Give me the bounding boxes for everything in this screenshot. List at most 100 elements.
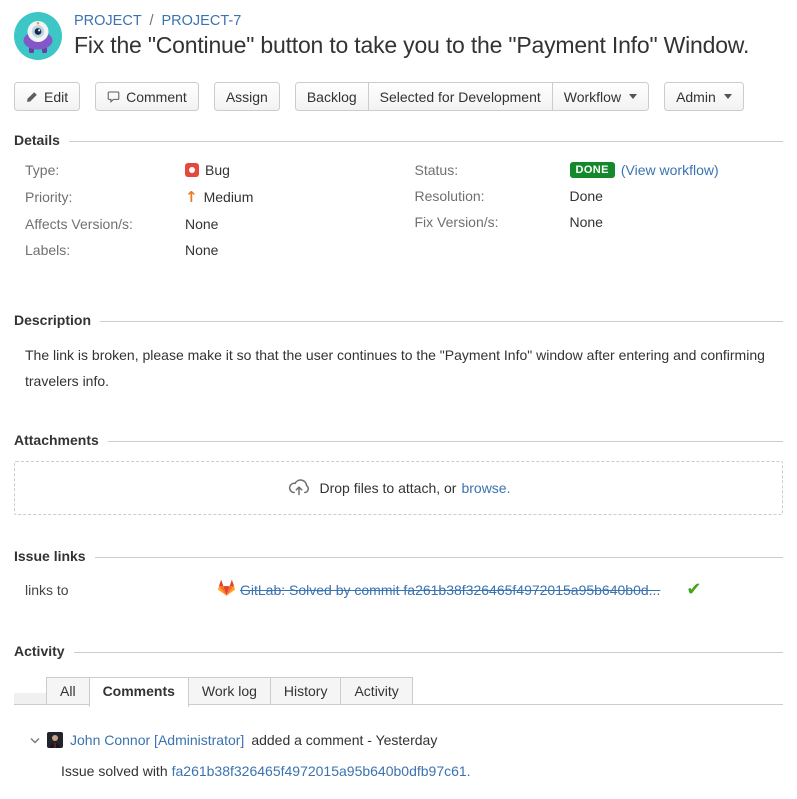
project-avatar-icon <box>14 12 62 60</box>
activity-tabs: All Comments Work log History Activity <box>14 677 783 705</box>
breadcrumb-issue-link[interactable]: PROJECT-7 <box>162 13 242 29</box>
comment-header: John Connor [Administrator] added a comm… <box>30 732 783 748</box>
activity-heading-label: Activity <box>14 643 65 659</box>
assign-button[interactable]: Assign <box>214 82 280 111</box>
priority-value-text: Medium <box>204 189 254 205</box>
description-text: The link is broken, please make it so th… <box>25 342 775 394</box>
comment-button[interactable]: Comment <box>95 82 199 111</box>
status-row: Status: DONE (View workflow) <box>415 162 784 178</box>
comment-body-text: Issue solved with <box>61 763 168 779</box>
labels-label: Labels: <box>25 242 185 258</box>
type-label: Type: <box>25 162 185 178</box>
fix-version-value: None <box>570 214 603 230</box>
activity-heading: Activity <box>14 643 783 659</box>
tab-all[interactable]: All <box>46 677 90 704</box>
comment-button-label: Comment <box>126 89 187 105</box>
fix-version-label: Fix Version/s: <box>415 214 570 230</box>
edit-button-label: Edit <box>44 89 68 105</box>
comment-body: Issue solved withfa261b38f326465f4972015… <box>61 763 783 779</box>
attachments-section: Attachments Drop files to attach, or bro… <box>14 432 783 515</box>
issue-header: PROJECT / PROJECT-7 Fix the "Continue" b… <box>14 12 783 60</box>
header-text: PROJECT / PROJECT-7 Fix the "Continue" b… <box>74 12 749 59</box>
attachment-dropzone[interactable]: Drop files to attach, or browse. <box>14 461 783 515</box>
workflow-dropdown-button[interactable]: Workflow <box>552 82 649 111</box>
resolution-row: Resolution: Done <box>415 188 784 204</box>
description-heading: Description <box>14 312 783 328</box>
admin-dropdown-button[interactable]: Admin <box>664 82 744 111</box>
gitlab-link-wrapper: GitLab: Solved by commit fa261b38f326465… <box>218 580 660 599</box>
type-value: Bug <box>185 162 230 178</box>
cloud-upload-icon <box>287 476 311 501</box>
tab-work-log[interactable]: Work log <box>188 677 271 704</box>
tab-history[interactable]: History <box>270 677 342 704</box>
details-heading: Details <box>14 132 783 148</box>
workflow-button-group: Backlog Selected for Development Workflo… <box>295 82 649 111</box>
view-workflow-link[interactable]: (View workflow) <box>621 162 719 178</box>
comment-block: John Connor [Administrator] added a comm… <box>14 732 783 779</box>
speech-bubble-icon <box>107 90 120 103</box>
backlog-button-label: Backlog <box>307 89 357 105</box>
caret-down-icon <box>724 94 732 99</box>
admin-button-label: Admin <box>676 89 716 105</box>
priority-value: ↑ Medium <box>185 188 253 206</box>
issue-links-heading-label: Issue links <box>14 548 86 564</box>
details-heading-label: Details <box>14 132 60 148</box>
link-relation-label: links to <box>25 582 218 598</box>
selected-for-development-button[interactable]: Selected for Development <box>368 82 553 111</box>
commit-hash-link[interactable]: fa261b38f326465f4972015a95b640b0dfb97c61… <box>172 763 471 779</box>
status-badge: DONE <box>570 162 615 178</box>
tab-strip-lead <box>14 693 47 704</box>
labels-row: Labels: None <box>25 242 383 258</box>
issue-links-heading: Issue links <box>14 548 783 564</box>
priority-row: Priority: ↑ Medium <box>25 188 383 206</box>
affects-version-value: None <box>185 216 218 232</box>
comment-author-link[interactable]: John Connor [Administrator] <box>70 732 244 748</box>
type-value-text: Bug <box>205 162 230 178</box>
resolution-value: Done <box>570 188 603 204</box>
issue-links-section: Issue links links to GitLab: So <box>14 548 783 599</box>
assign-button-label: Assign <box>226 89 268 105</box>
caret-down-icon <box>629 94 637 99</box>
drop-files-text: Drop files to attach, or <box>320 480 457 496</box>
details-right-column: Status: DONE (View workflow) Resolution:… <box>415 162 784 268</box>
chevron-down-icon[interactable] <box>30 737 40 744</box>
details-left-column: Type: Bug Priority: ↑ Medium Affects Ver… <box>14 162 383 268</box>
labels-value: None <box>185 242 218 258</box>
tab-activity[interactable]: Activity <box>340 677 412 704</box>
type-row: Type: Bug <box>25 162 383 178</box>
backlog-button[interactable]: Backlog <box>295 82 369 111</box>
gitlab-icon <box>218 580 235 599</box>
status-value: DONE (View workflow) <box>570 162 719 178</box>
bug-icon <box>185 163 199 177</box>
section-rule <box>95 557 783 558</box>
browse-link[interactable]: browse. <box>461 480 510 496</box>
breadcrumb-project-link[interactable]: PROJECT <box>74 13 141 29</box>
breadcrumb-separator: / <box>149 13 153 29</box>
affects-version-row: Affects Version/s: None <box>25 216 383 232</box>
issue-toolbar: Edit Comment Assign Backlog Selected for… <box>14 82 783 111</box>
arrow-up-icon: ↑ <box>185 188 198 206</box>
description-heading-label: Description <box>14 312 91 328</box>
tab-comments[interactable]: Comments <box>89 677 189 707</box>
page-title: Fix the "Continue" button to take you to… <box>74 32 749 59</box>
selected-for-development-label: Selected for Development <box>380 89 541 105</box>
fix-version-row: Fix Version/s: None <box>415 214 784 230</box>
section-rule <box>74 652 783 653</box>
affects-version-label: Affects Version/s: <box>25 216 185 232</box>
breadcrumb: PROJECT / PROJECT-7 <box>74 13 749 29</box>
attachments-heading: Attachments <box>14 432 783 448</box>
details-section: Details Type: Bug Priority: ↑ Medium <box>14 132 783 268</box>
priority-label: Priority: <box>25 189 185 205</box>
section-rule <box>100 321 783 322</box>
attachments-heading-label: Attachments <box>14 432 99 448</box>
user-avatar <box>47 732 63 748</box>
activity-section: Activity All Comments Work log History A… <box>14 643 783 779</box>
section-rule <box>69 141 783 142</box>
issue-page: PROJECT / PROJECT-7 Fix the "Continue" b… <box>0 0 797 799</box>
gitlab-commit-link[interactable]: GitLab: Solved by commit fa261b38f326465… <box>240 582 660 598</box>
section-rule <box>108 441 783 442</box>
status-label: Status: <box>415 162 570 178</box>
workflow-button-label: Workflow <box>564 89 621 105</box>
edit-button[interactable]: Edit <box>14 82 80 111</box>
pencil-icon <box>26 91 38 103</box>
